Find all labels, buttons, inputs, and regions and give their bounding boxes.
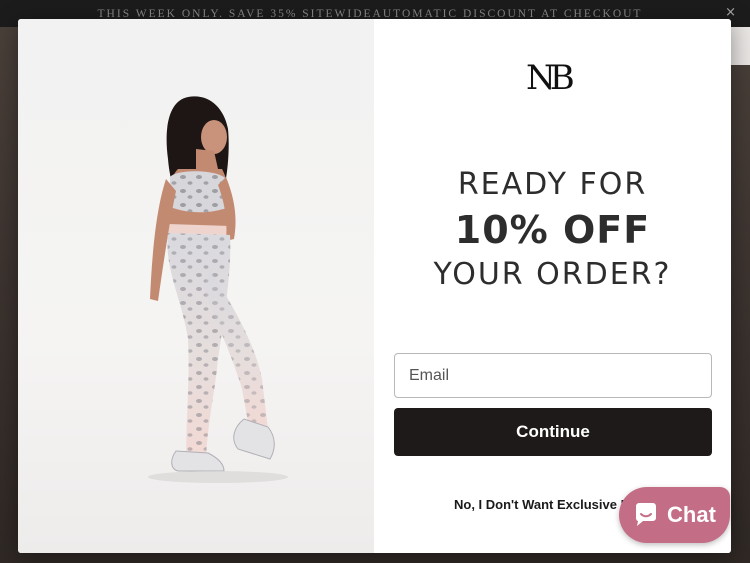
headline-discount: 10% OFF xyxy=(454,208,651,252)
announcement-close-icon[interactable]: × xyxy=(725,5,738,20)
chat-bubble-icon xyxy=(636,503,657,526)
email-input[interactable] xyxy=(394,353,712,398)
model-illustration xyxy=(148,96,288,483)
headline-ready-for: READY FOR xyxy=(457,167,648,202)
brand-logo-text: NB xyxy=(526,58,573,97)
chat-label: Chat xyxy=(667,502,716,527)
brand-logo: NB xyxy=(526,58,579,97)
headline-your-order: YOUR ORDER? xyxy=(433,257,672,292)
announcement-text: THIS WEEK ONLY. SAVE 35% SITEWIDEAUTOMAT… xyxy=(97,7,643,20)
discount-popup: NB READY FOR 10% OFF YOUR ORDER? Continu… xyxy=(18,19,731,553)
signup-form-panel: NB READY FOR 10% OFF YOUR ORDER? Continu… xyxy=(374,19,731,553)
continue-button[interactable]: Continue xyxy=(394,408,712,456)
model-photo xyxy=(18,19,374,553)
chat-button[interactable]: Chat xyxy=(619,487,730,543)
